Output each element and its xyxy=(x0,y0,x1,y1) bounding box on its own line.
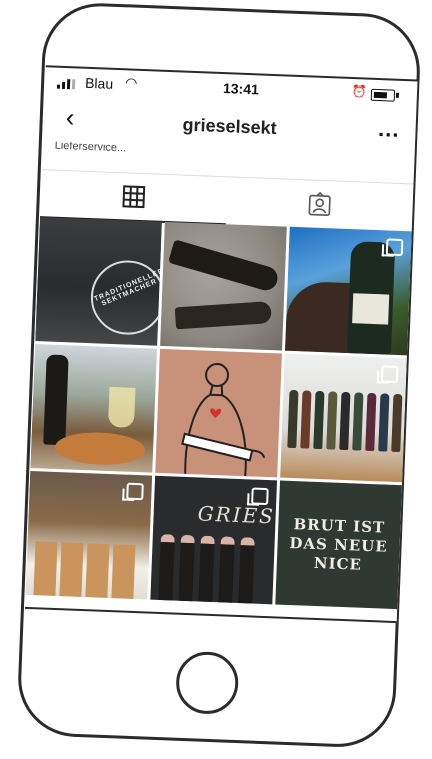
bottle-image xyxy=(168,239,281,294)
post-tile[interactable] xyxy=(30,344,158,473)
battery-tip xyxy=(395,92,400,98)
grid-icon xyxy=(122,185,146,209)
box-image xyxy=(85,543,110,598)
posts-grid: TRADITIONELLER SEKTMACHER GRIES BRUT IST… xyxy=(25,217,412,610)
post-tile[interactable] xyxy=(280,353,407,483)
signal-icon xyxy=(56,79,76,90)
clock: 13:41 xyxy=(222,80,260,98)
tab-posts-grid[interactable] xyxy=(39,170,228,226)
multiple-photos-icon xyxy=(126,482,144,501)
page-title: grieselsekt xyxy=(182,114,277,139)
tagged-person-icon xyxy=(308,191,331,216)
bio-snippet: Lieferservice... xyxy=(54,141,127,153)
slogan-text: BRUT IST DAS NEUE NICE xyxy=(289,514,389,574)
battery-icon xyxy=(370,88,396,102)
box-image xyxy=(33,541,58,596)
bottle-row xyxy=(157,534,255,605)
post-tile[interactable]: GRIES xyxy=(150,475,278,605)
multiple-photos-icon xyxy=(251,487,269,506)
tab-tagged[interactable] xyxy=(226,177,414,232)
post-tile[interactable]: BRUT IST DAS NEUE NICE xyxy=(275,480,402,610)
glass-image xyxy=(107,386,136,428)
more-icon[interactable]: ... xyxy=(378,116,400,143)
bottle-image xyxy=(43,354,69,446)
carrier-name: Blau xyxy=(84,74,114,92)
box-image xyxy=(59,542,84,597)
bottle-image xyxy=(174,301,272,330)
screen: Blau ◠ 13:41 ⏰ ‹ grieselsekt ... Liefers… xyxy=(24,65,418,624)
multiple-photos-icon xyxy=(380,365,399,383)
bottle-row xyxy=(287,389,403,453)
post-tile[interactable] xyxy=(160,221,287,351)
post-tile[interactable] xyxy=(25,470,153,600)
multiple-photos-icon xyxy=(385,238,404,257)
phone-frame: Blau ◠ 13:41 ⏰ ‹ grieselsekt ... Liefers… xyxy=(0,0,432,759)
brand-sign: GRIES xyxy=(197,501,276,529)
alarm-icon: ⏰ xyxy=(351,84,368,99)
bottle-label xyxy=(352,293,390,325)
illustration-person-with-bottle xyxy=(181,363,265,477)
food-plate-image xyxy=(54,430,146,467)
wifi-icon: ◠ xyxy=(124,74,138,91)
post-tile[interactable]: TRADITIONELLER SEKTMACHER xyxy=(35,217,162,346)
post-tile[interactable] xyxy=(155,348,282,478)
box-image xyxy=(111,544,136,599)
post-tile[interactable] xyxy=(285,226,412,356)
